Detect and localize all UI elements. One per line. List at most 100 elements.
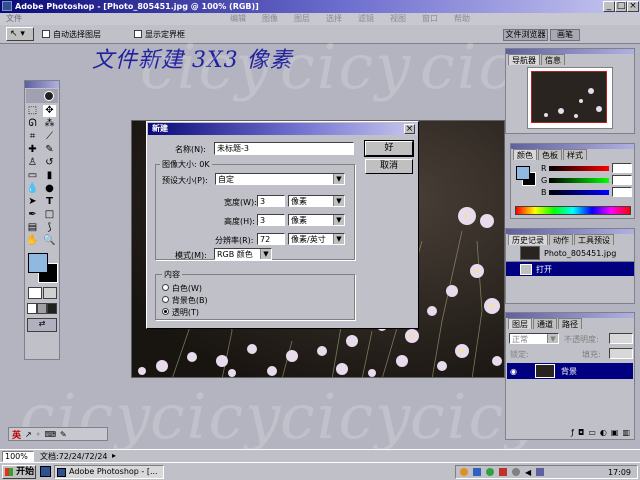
photoshop-quicklaunch-icon[interactable]: [40, 466, 51, 477]
ime-mode-icon[interactable]: ↗: [25, 430, 32, 439]
tab-history[interactable]: 历史记录: [508, 234, 548, 245]
layer-style-icon[interactable]: ƒ: [571, 427, 574, 438]
status-arrow-icon[interactable]: ▸: [112, 451, 116, 460]
new-layer-icon[interactable]: ▣: [611, 427, 619, 438]
tab-info[interactable]: 信息: [541, 54, 565, 65]
auto-select-checkbox[interactable]: [42, 30, 50, 38]
height-unit-select[interactable]: 像素 ▼: [288, 214, 345, 226]
full-screen-menu-icon[interactable]: [37, 303, 47, 314]
tab-navigator[interactable]: 导航器: [508, 54, 540, 65]
menu-item-view[interactable]: 视图: [390, 13, 406, 25]
ime-punct-icon[interactable]: ◦: [36, 430, 41, 439]
foreground-color[interactable]: [28, 253, 48, 273]
tab-tool-presets[interactable]: 工具预设: [574, 234, 614, 245]
tray-icon[interactable]: [473, 468, 481, 476]
menu-item-file[interactable]: 文件: [6, 13, 22, 25]
history-brush-tool-icon[interactable]: ↺: [43, 157, 56, 169]
menu-item-layer[interactable]: 图层: [294, 13, 310, 25]
tool-preset-picker[interactable]: ↖ ▾: [6, 27, 34, 41]
standard-mode-icon[interactable]: [27, 287, 42, 299]
width-unit-select[interactable]: 像素 ▼: [288, 195, 345, 207]
gradient-tool-icon[interactable]: ▮: [43, 170, 56, 182]
ime-language[interactable]: 英: [12, 428, 21, 441]
contents-option-background[interactable]: 背景色(B): [162, 295, 208, 306]
tab-file-browser[interactable]: 文件浏览器: [503, 29, 548, 41]
tray-icon[interactable]: [536, 468, 545, 476]
clock[interactable]: 17:09: [608, 468, 637, 477]
close-button[interactable]: ×: [627, 1, 639, 12]
layer-mask-icon[interactable]: ◘: [578, 427, 584, 438]
pen-tool-icon[interactable]: ✒: [26, 209, 39, 221]
menu-item-filter[interactable]: 滤镜: [358, 13, 374, 25]
menu-item-edit[interactable]: 编辑: [230, 13, 246, 25]
jump-to-imageready-icon[interactable]: ⇄: [27, 318, 57, 332]
tab-layers[interactable]: 图层: [508, 318, 532, 329]
maximize-button[interactable]: □: [615, 1, 627, 12]
tab-actions[interactable]: 动作: [549, 234, 573, 245]
tray-icon[interactable]: [486, 468, 494, 476]
ime-tool-icon[interactable]: ✎: [60, 430, 67, 439]
bounding-box-checkbox[interactable]: [134, 30, 142, 38]
lasso-tool-icon[interactable]: ᘏ: [26, 118, 39, 130]
zoom-tool-icon[interactable]: 🔍: [43, 235, 56, 247]
layer-row[interactable]: ◉ 背景: [507, 363, 633, 379]
marquee-tool-icon[interactable]: ⬚: [26, 105, 39, 117]
clone-stamp-tool-icon[interactable]: ♙: [26, 157, 39, 169]
tab-color[interactable]: 颜色: [513, 149, 537, 160]
color-swatches[interactable]: [25, 251, 59, 285]
menu-item-select[interactable]: 选择: [326, 13, 342, 25]
start-button[interactable]: 开始: [2, 465, 36, 479]
hand-tool-icon[interactable]: ✋: [26, 235, 39, 247]
brush-tool-icon[interactable]: ✎: [43, 144, 56, 156]
tab-channels[interactable]: 通道: [533, 318, 557, 329]
fill-input[interactable]: [609, 348, 633, 359]
radio-white[interactable]: [162, 284, 169, 291]
color-spectrum-bar[interactable]: [515, 206, 631, 215]
type-tool-icon[interactable]: T: [43, 196, 56, 208]
channel-r-slider[interactable]: [549, 166, 609, 171]
crop-tool-icon[interactable]: ⌗: [26, 131, 39, 143]
tray-icon[interactable]: [460, 468, 468, 476]
width-input[interactable]: 3: [257, 195, 285, 207]
minimize-button[interactable]: _: [603, 1, 615, 12]
tray-icon[interactable]: [512, 468, 520, 476]
name-input[interactable]: 未标题-3: [214, 142, 354, 155]
channel-b-value[interactable]: [612, 187, 632, 197]
tray-icon[interactable]: [499, 468, 507, 476]
cancel-button[interactable]: 取消: [365, 159, 413, 174]
mode-select[interactable]: RGB 颜色 ▼: [214, 248, 272, 260]
height-input[interactable]: 3: [257, 214, 285, 226]
resolution-unit-select[interactable]: 像素/英寸 ▼: [288, 233, 345, 245]
eyedropper-tool-icon[interactable]: ⟆: [43, 222, 56, 234]
slice-tool-icon[interactable]: ⟋: [43, 131, 56, 143]
contents-option-white[interactable]: 白色(W): [162, 283, 202, 294]
new-set-icon[interactable]: ▭: [588, 427, 596, 438]
channel-g-slider[interactable]: [549, 178, 609, 183]
adjustment-layer-icon[interactable]: ◐: [600, 427, 607, 438]
menu-item-image[interactable]: 图像: [262, 13, 278, 25]
tab-paths[interactable]: 路径: [558, 318, 582, 329]
quick-mask-icon[interactable]: [42, 287, 57, 299]
notes-tool-icon[interactable]: ▤: [26, 222, 39, 234]
shape-tool-icon[interactable]: □: [43, 209, 56, 221]
channel-g-value[interactable]: [612, 175, 632, 185]
channel-r-value[interactable]: [612, 163, 632, 173]
fg-color-chip[interactable]: [516, 166, 530, 180]
move-tool-icon[interactable]: ✥: [43, 105, 56, 117]
tab-styles[interactable]: 样式: [563, 149, 587, 160]
dialog-close-button[interactable]: ×: [404, 124, 415, 134]
radio-background[interactable]: [162, 296, 169, 303]
channel-b-slider[interactable]: [549, 190, 609, 195]
screen-mode-icon[interactable]: [27, 303, 37, 314]
path-selection-tool-icon[interactable]: ➤: [26, 196, 39, 208]
zoom-field[interactable]: 100%: [2, 451, 34, 462]
opacity-input[interactable]: [609, 333, 633, 344]
full-screen-icon[interactable]: [47, 303, 57, 314]
menu-item-window[interactable]: 窗口: [422, 13, 438, 25]
volume-icon[interactable]: ◀: [525, 468, 531, 477]
blur-tool-icon[interactable]: 💧: [26, 183, 39, 195]
magic-wand-tool-icon[interactable]: ⁂: [43, 118, 56, 130]
healing-brush-tool-icon[interactable]: ✚: [26, 144, 39, 156]
contents-option-transparent[interactable]: 透明(T): [162, 307, 199, 318]
eye-icon[interactable]: ◉: [510, 367, 517, 376]
